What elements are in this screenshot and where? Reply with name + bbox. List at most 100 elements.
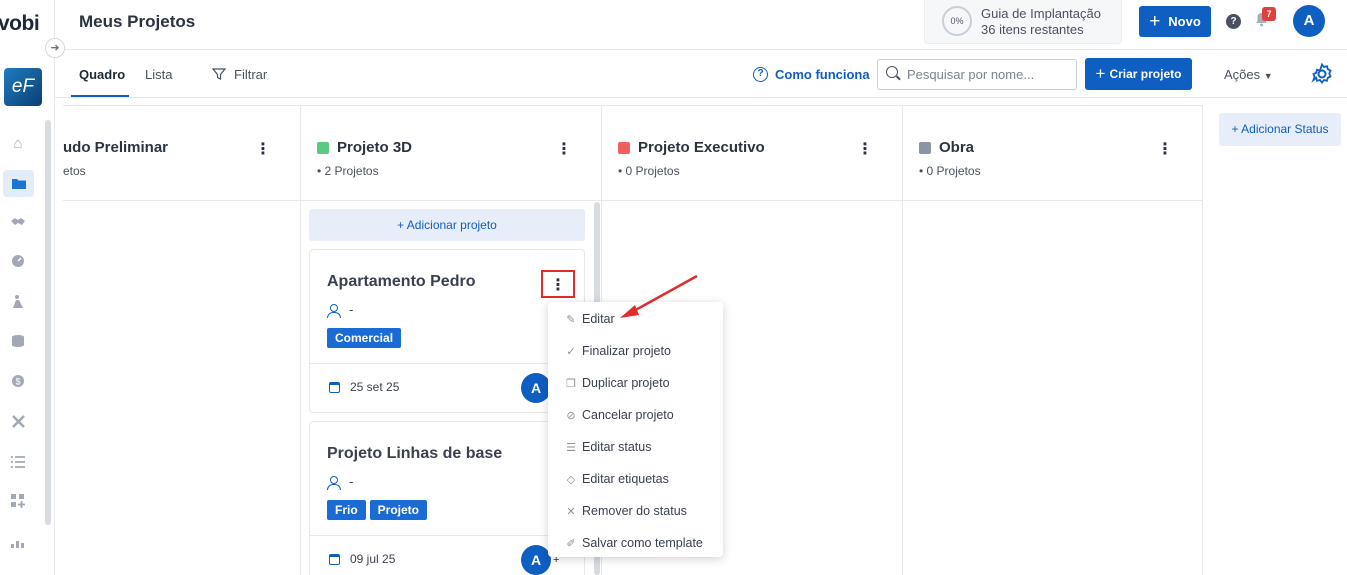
- card-menu-icon[interactable]: ⋮: [541, 270, 575, 298]
- column-count: • 2 Projetos: [317, 164, 379, 178]
- column-title-text: Projeto Executivo: [638, 139, 765, 156]
- column-menu-icon[interactable]: ⋮: [857, 139, 873, 159]
- annotation-arrow-icon: [620, 274, 698, 318]
- page-title: Meus Projetos: [79, 12, 196, 31]
- menu-item-editar-status[interactable]: ☰ Editar status: [565, 437, 651, 457]
- menu-item-editar[interactable]: ✎ Editar: [565, 309, 614, 329]
- date-text: 09 jul 25: [350, 552, 396, 566]
- company-avatar[interactable]: eF: [4, 68, 42, 106]
- column-menu-icon[interactable]: ⋮: [255, 139, 271, 159]
- filter-label: Filtrar: [234, 67, 268, 82]
- apps-add-icon[interactable]: [8, 494, 28, 514]
- column-menu-icon[interactable]: ⋮: [556, 139, 572, 159]
- tag-list: Comercial: [327, 328, 402, 348]
- create-project-button[interactable]: + Criar projeto: [1085, 58, 1192, 90]
- list-icon[interactable]: [8, 454, 28, 474]
- assignee-avatar[interactable]: A: [521, 545, 551, 575]
- status-color-dot: [618, 141, 630, 154]
- dollar-icon[interactable]: $: [8, 374, 28, 394]
- filter-button[interactable]: Filtrar: [212, 67, 267, 82]
- chart-icon[interactable]: [8, 534, 28, 554]
- filter-icon: [212, 68, 226, 80]
- database-icon[interactable]: [8, 334, 28, 354]
- calendar-icon: [329, 553, 340, 565]
- status-color-dot: [919, 141, 931, 154]
- column-menu-icon[interactable]: ⋮: [1157, 139, 1173, 159]
- menu-item-duplicar[interactable]: ❐ Duplicar projeto: [565, 373, 670, 393]
- home-icon[interactable]: ⌂: [8, 134, 28, 154]
- calendar-icon: [329, 381, 340, 393]
- handshake-icon[interactable]: [8, 214, 28, 234]
- person-icon: [327, 475, 341, 490]
- add-project-button[interactable]: + Adicionar projeto: [309, 209, 585, 241]
- create-project-label: Criar projeto: [1109, 67, 1182, 81]
- worker-icon[interactable]: [8, 294, 28, 314]
- menu-item-remover[interactable]: ✕ Remover do status: [565, 501, 687, 521]
- how-it-works-label: Como funciona: [775, 67, 870, 82]
- status-color-dot: [317, 141, 329, 154]
- menu-item-salvar-template[interactable]: ✐ Salvar como template: [565, 533, 703, 553]
- search-icon: [886, 66, 898, 78]
- person-icon: [327, 303, 341, 318]
- toolbar-divider: [55, 97, 1347, 98]
- menu-item-label: Editar etiquetas: [582, 472, 669, 486]
- help-icon[interactable]: ?: [1226, 14, 1241, 29]
- caret-down-icon: ▼: [1263, 71, 1273, 81]
- menu-item-cancelar[interactable]: ⊘ Cancelar projeto: [565, 405, 673, 425]
- actions-dropdown[interactable]: Ações ▼: [1224, 67, 1273, 82]
- copy-icon: ❐: [566, 377, 576, 390]
- search-input[interactable]: [877, 59, 1077, 90]
- column-count: • 0 Projetos: [618, 164, 680, 178]
- pencil-icon: ✐: [566, 537, 576, 550]
- vobi-logo[interactable]: vobi: [0, 12, 40, 36]
- tab-lista[interactable]: Lista: [145, 67, 172, 82]
- column-title-text: Projeto 3D: [337, 139, 413, 156]
- sidebar-scrollbar[interactable]: [45, 120, 51, 525]
- check-icon: ✓: [566, 345, 576, 358]
- card-divider: [310, 535, 584, 536]
- folder-icon[interactable]: [3, 170, 34, 197]
- guide-title: Guia de Implantação: [981, 6, 1101, 21]
- project-date: 25 set 25: [329, 380, 399, 394]
- gear-icon[interactable]: [1311, 62, 1333, 85]
- card-divider: [310, 363, 584, 364]
- status-column-header: Projeto Executivo • 0 Projetos ⋮: [601, 105, 903, 201]
- status-column-header: udo Preliminar etos ⋮: [63, 105, 301, 201]
- column-title: Projeto Executivo: [618, 139, 765, 156]
- project-title: Projeto Linhas de base: [327, 445, 503, 462]
- tools-icon[interactable]: [8, 414, 28, 434]
- notification-badge: 7: [1262, 7, 1276, 21]
- edit-icon: ✎: [566, 313, 576, 326]
- sidebar-collapse-button[interactable]: ➜: [45, 38, 65, 58]
- menu-item-label: Finalizar projeto: [582, 344, 671, 358]
- guide-remaining: 36 itens restantes: [981, 22, 1084, 37]
- svg-text:$: $: [15, 377, 20, 387]
- new-button[interactable]: + Novo: [1139, 6, 1211, 37]
- question-icon: ?: [753, 67, 768, 82]
- plus-icon: +: [1149, 11, 1161, 32]
- project-card[interactable]: Projeto Linhas de base - Frio Projeto 09…: [309, 421, 585, 575]
- column-count: etos: [63, 164, 86, 178]
- implementation-guide[interactable]: 0% Guia de Implantação 36 itens restante…: [924, 0, 1122, 44]
- column-count-text: 0 Projetos: [625, 164, 680, 178]
- close-icon: ✕: [566, 505, 576, 518]
- column-count-text: 2 Projetos: [324, 164, 379, 178]
- tab-quadro[interactable]: Quadro: [79, 67, 125, 82]
- how-it-works-link[interactable]: ? Como funciona: [753, 67, 870, 82]
- project-card[interactable]: Apartamento Pedro ⋮ - Comercial 25 set 2…: [309, 249, 585, 413]
- menu-item-finalizar[interactable]: ✓ Finalizar projeto: [565, 341, 671, 361]
- user-avatar[interactable]: A: [1293, 5, 1325, 37]
- project-title: Apartamento Pedro: [327, 273, 476, 290]
- column-title: Projeto 3D: [317, 139, 412, 156]
- assignee-avatar[interactable]: A: [521, 373, 551, 403]
- menu-item-editar-etiquetas[interactable]: ◇ Editar etiquetas: [565, 469, 669, 489]
- tag: Projeto: [369, 500, 428, 520]
- speedometer-icon[interactable]: [8, 254, 28, 274]
- responsible-name: -: [349, 474, 354, 489]
- menu-item-label: Salvar como template: [582, 536, 703, 550]
- menu-item-label: Duplicar projeto: [582, 376, 670, 390]
- column-title: Obra: [919, 139, 974, 156]
- column-title: udo Preliminar: [63, 139, 169, 156]
- add-status-button[interactable]: + Adicionar Status: [1219, 113, 1341, 146]
- tag: Frio: [327, 500, 366, 520]
